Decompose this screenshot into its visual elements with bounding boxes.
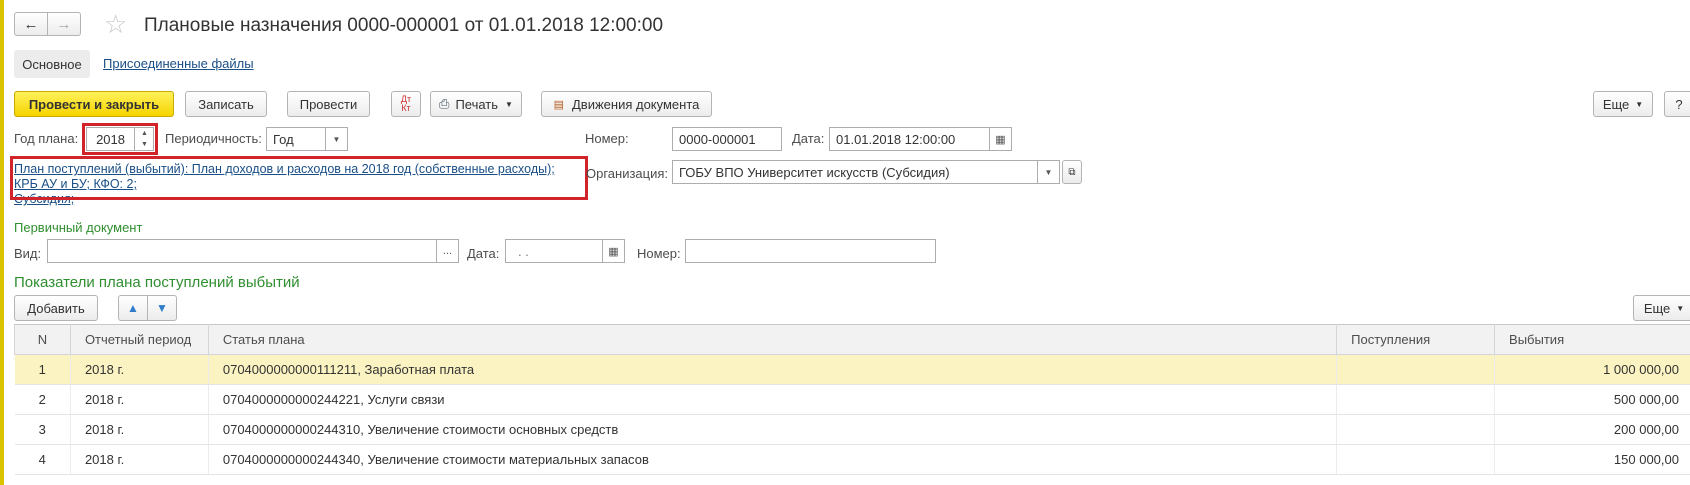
document-movements-button[interactable]: ▤ Движения документа	[541, 91, 712, 117]
calendar-icon[interactable]: ▦	[989, 128, 1011, 150]
more-label: Еще	[1602, 96, 1630, 112]
periodicity-value: Год	[273, 131, 294, 147]
post-button[interactable]: Провести	[287, 91, 370, 117]
indicators-heading: Показатели плана поступлений выбытий	[14, 274, 300, 291]
cell-period: 2018 г.	[70, 444, 209, 475]
help-button[interactable]: ?	[1664, 91, 1690, 117]
cell-outcome: 150 000,00	[1494, 444, 1690, 475]
movements-label: Движения документа	[572, 96, 700, 112]
kind-field[interactable]	[47, 239, 459, 263]
printer-icon: ⎙	[439, 96, 450, 111]
tab-main[interactable]: Основное	[14, 50, 90, 78]
primary-date-value: . .	[518, 243, 529, 259]
table-row[interactable]: 2 2018 г. 0704000000000244221, Услуги св…	[14, 384, 1690, 415]
cell-n: 2	[14, 384, 71, 415]
cell-outcome: 1 000 000,00	[1494, 354, 1690, 385]
periodicity-label: Периодичность:	[165, 131, 262, 146]
number-value: 0000-000001	[679, 131, 756, 147]
add-button[interactable]: Добавить	[14, 295, 98, 321]
cell-income	[1336, 444, 1496, 475]
cell-income	[1336, 384, 1496, 415]
primary-number-label: Номер:	[637, 246, 681, 261]
table-row[interactable]: 1 2018 г. 0704000000000111211, Заработна…	[14, 354, 1690, 385]
plan-highlight-box	[10, 156, 588, 200]
chevron-down-icon: ▼	[505, 99, 513, 109]
movements-icon: ▤	[553, 98, 564, 111]
chevron-down-icon: ▼	[1635, 99, 1644, 109]
favorite-star-icon[interactable]: ☆	[104, 10, 127, 38]
move-down-button[interactable]: ▼	[147, 295, 177, 321]
chevron-down-icon[interactable]: ▼	[325, 128, 347, 150]
move-up-button[interactable]: ▲	[118, 295, 148, 321]
date-field[interactable]: 01.01.2018 12:00:00	[829, 127, 1012, 151]
open-organization-button[interactable]: ⧉	[1062, 160, 1082, 184]
date-value: 01.01.2018 12:00:00	[836, 131, 956, 147]
cell-outcome: 500 000,00	[1494, 384, 1690, 415]
print-label: Печать	[455, 96, 499, 112]
organization-field[interactable]: ГОБУ ВПО Университет искусств (Субсидия)	[672, 160, 1060, 184]
number-field[interactable]: 0000-000001	[672, 127, 782, 151]
dt-kt-button[interactable]: Дт Кт	[391, 91, 421, 117]
column-header-income[interactable]: Поступления	[1336, 324, 1496, 355]
table-row[interactable]: 3 2018 г. 0704000000000244310, Увеличени…	[14, 414, 1690, 445]
cell-period: 2018 г.	[70, 414, 209, 445]
cell-article: 0704000000000111211, Заработная плата	[208, 354, 1338, 385]
table-more-button[interactable]: Еще ▼	[1633, 295, 1690, 321]
year-highlight-box	[82, 123, 158, 155]
table-more-label: Еще	[1643, 300, 1671, 316]
save-button[interactable]: Записать	[185, 91, 267, 117]
date-label: Дата:	[792, 131, 825, 146]
number-label: Номер:	[585, 131, 629, 146]
select-ellipsis-icon[interactable]: ...	[436, 240, 458, 262]
column-header-outcome[interactable]: Выбытия	[1494, 324, 1690, 355]
cell-n: 4	[14, 444, 71, 475]
column-header-n[interactable]: N	[14, 324, 71, 355]
table-row[interactable]: 4 2018 г. 0704000000000244340, Увеличени…	[14, 444, 1690, 475]
cell-article: 0704000000000244221, Услуги связи	[208, 384, 1338, 415]
chevron-down-icon[interactable]: ▼	[1037, 161, 1059, 183]
primary-document-heading: Первичный документ	[14, 220, 143, 235]
cell-period: 2018 г.	[70, 384, 209, 415]
cell-article: 0704000000000244310, Увеличение стоимост…	[208, 414, 1338, 445]
print-button[interactable]: ⎙ Печать ▼	[430, 91, 522, 117]
table-header-row: N Отчетный период Статья плана Поступлен…	[14, 324, 1690, 355]
column-header-article[interactable]: Статья плана	[207, 324, 1338, 355]
column-header-period[interactable]: Отчетный период	[69, 324, 209, 355]
calendar-icon[interactable]: ▦	[602, 240, 624, 262]
more-button[interactable]: Еще ▼	[1593, 91, 1653, 117]
dt-kt-icon: Дт Кт	[400, 94, 412, 113]
arrow-up-icon: ▲	[127, 301, 139, 315]
window-accent-bar	[0, 0, 4, 485]
cell-income	[1336, 354, 1496, 385]
cell-n: 1	[14, 354, 71, 385]
primary-date-label: Дата:	[467, 246, 500, 261]
cell-article: 0704000000000244340, Увеличение стоимост…	[208, 444, 1338, 475]
indicators-table: N Отчетный период Статья плана Поступлен…	[14, 324, 1690, 475]
kind-label: Вид:	[14, 246, 42, 261]
cell-outcome: 200 000,00	[1494, 414, 1690, 445]
arrow-down-icon: ▼	[156, 301, 168, 315]
primary-number-field[interactable]	[685, 239, 936, 263]
cell-income	[1336, 414, 1496, 445]
tab-attached-files[interactable]: Присоединенные файлы	[103, 56, 254, 71]
year-label: Год плана:	[14, 131, 79, 146]
organization-label: Организация:	[586, 166, 669, 181]
cell-period: 2018 г.	[70, 354, 209, 385]
back-button[interactable]: ←	[14, 12, 48, 36]
chevron-down-icon: ▼	[1676, 303, 1685, 313]
cell-n: 3	[14, 414, 71, 445]
post-and-close-button[interactable]: Провести и закрыть	[14, 91, 174, 117]
forward-button[interactable]: →	[47, 12, 81, 36]
organization-value: ГОБУ ВПО Университет искусств (Субсидия)	[679, 164, 950, 180]
page-title: Плановые назначения 0000-000001 от 01.01…	[144, 15, 664, 36]
